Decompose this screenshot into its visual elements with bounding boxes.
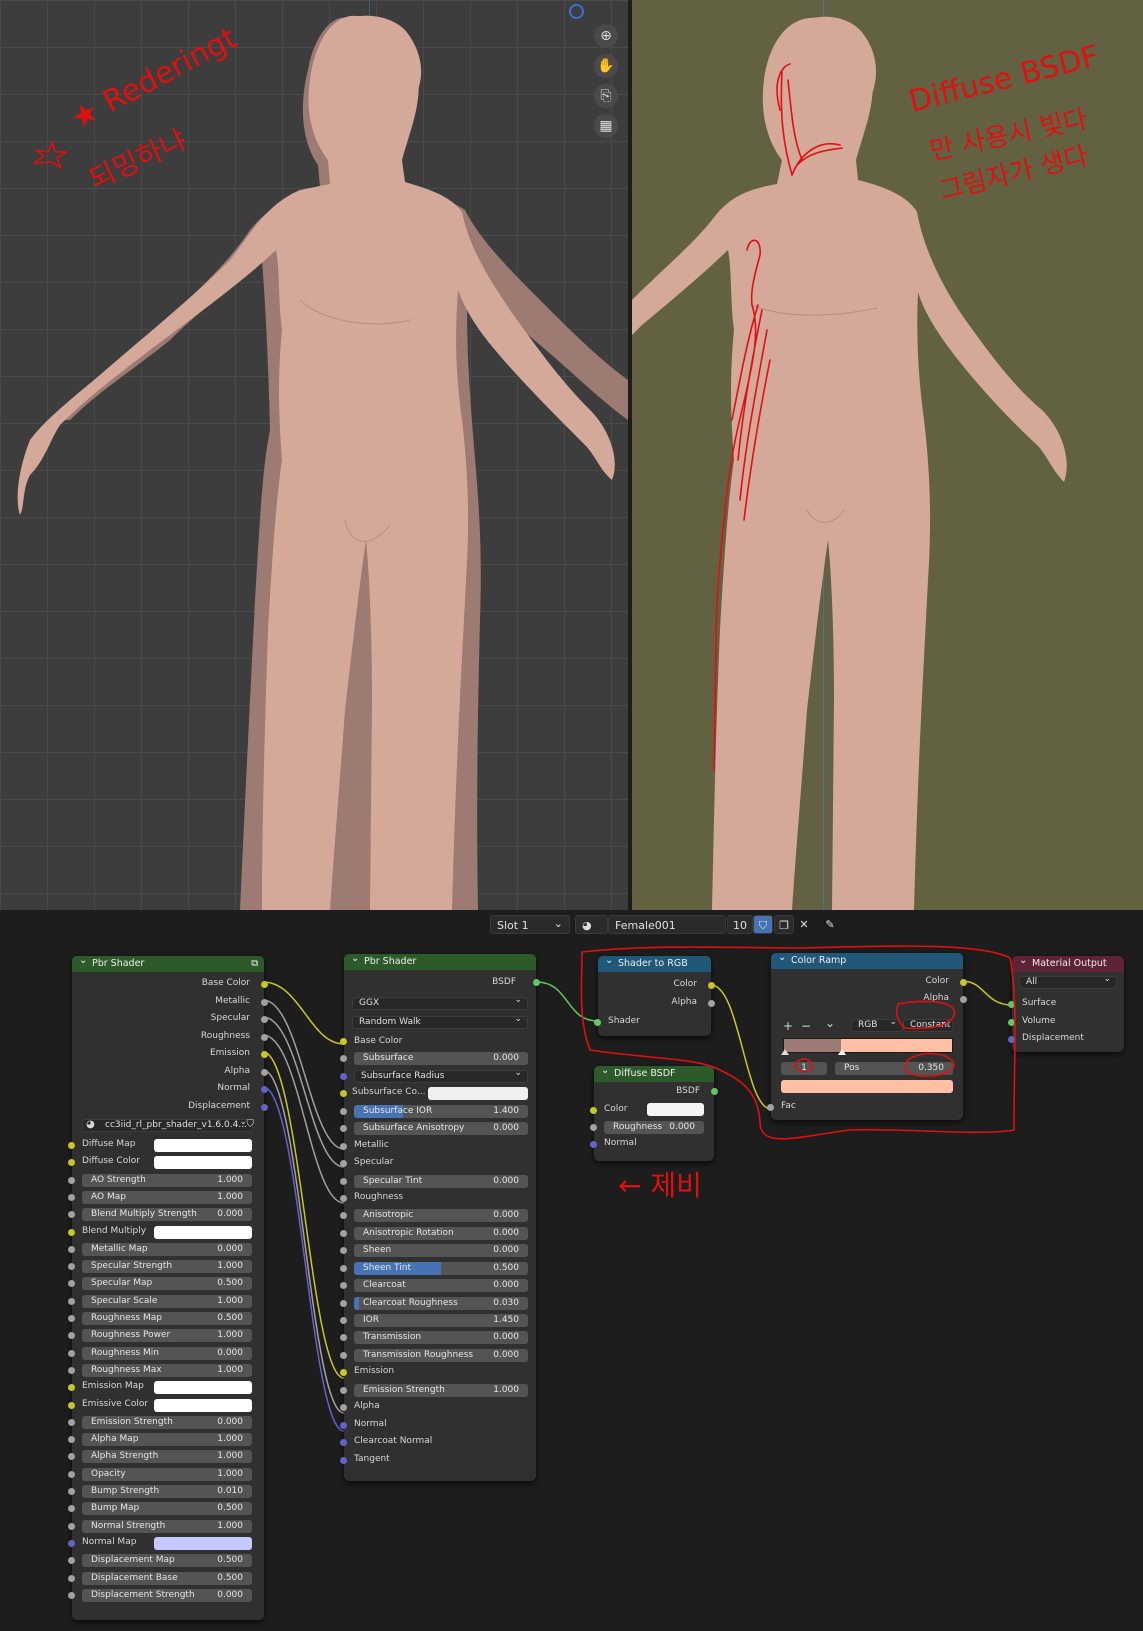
material-browse-button[interactable]: ◕ ⌄ [575, 915, 608, 951]
node-editor-header: Slot 1⌄ ◕ ⌄ Female001 10 ⛉ ❐ ✕ ✎ [0, 910, 1143, 951]
unlink-close-icon[interactable]: ✕ [795, 915, 813, 934]
annotation-node-note: ← 제비 [618, 1169, 702, 1202]
ink-annotation-left: ★ Rederingt 되밍하냐 [65, 20, 243, 196]
annotation-left-2: 되밍하냐 [84, 123, 191, 196]
material-name: Female001 [615, 919, 676, 932]
user-count[interactable]: 10 [727, 915, 753, 934]
material-sphere-icon: ◕ [582, 919, 592, 932]
duplicate-icon[interactable]: ❐ [774, 915, 794, 934]
ink-annotation-nodes: ← 제비 [580, 945, 1016, 1202]
zoom-icon[interactable]: ⊕ [594, 24, 618, 48]
camera-icon[interactable]: ⎘ [594, 84, 618, 108]
node-canvas[interactable]: Pbr Shader ⧉ Base ColorMetallicSpecularR… [0, 940, 1143, 1631]
slot-label: Slot 1 [497, 919, 529, 932]
annotation-left-1: ★ Rederingt [65, 20, 243, 137]
material-name-field[interactable]: Female001 [608, 915, 726, 934]
pin-icon[interactable]: ✎ [820, 915, 840, 934]
gizmo-axis-circle[interactable] [569, 4, 584, 19]
viewport-material-preview[interactable]: Diffuse BSDF 만 사용시 빛다 그림자가 생다 [632, 0, 1143, 910]
fake-user-shield-icon[interactable]: ⛉ [753, 915, 773, 934]
hand-pan-icon[interactable]: ✋ [594, 54, 618, 78]
viewport-rendered[interactable]: ★ Rederingt 되밍하냐 ⊕ ✋ ⎘ ▦ [0, 0, 628, 910]
user-count-value: 10 [733, 919, 747, 932]
slot-selector[interactable]: Slot 1 ⌄ [490, 915, 570, 934]
grid-view-icon[interactable]: ▦ [594, 114, 618, 138]
ink-annotation-right: Diffuse BSDF 만 사용시 빛다 그림자가 생다 [905, 39, 1102, 207]
